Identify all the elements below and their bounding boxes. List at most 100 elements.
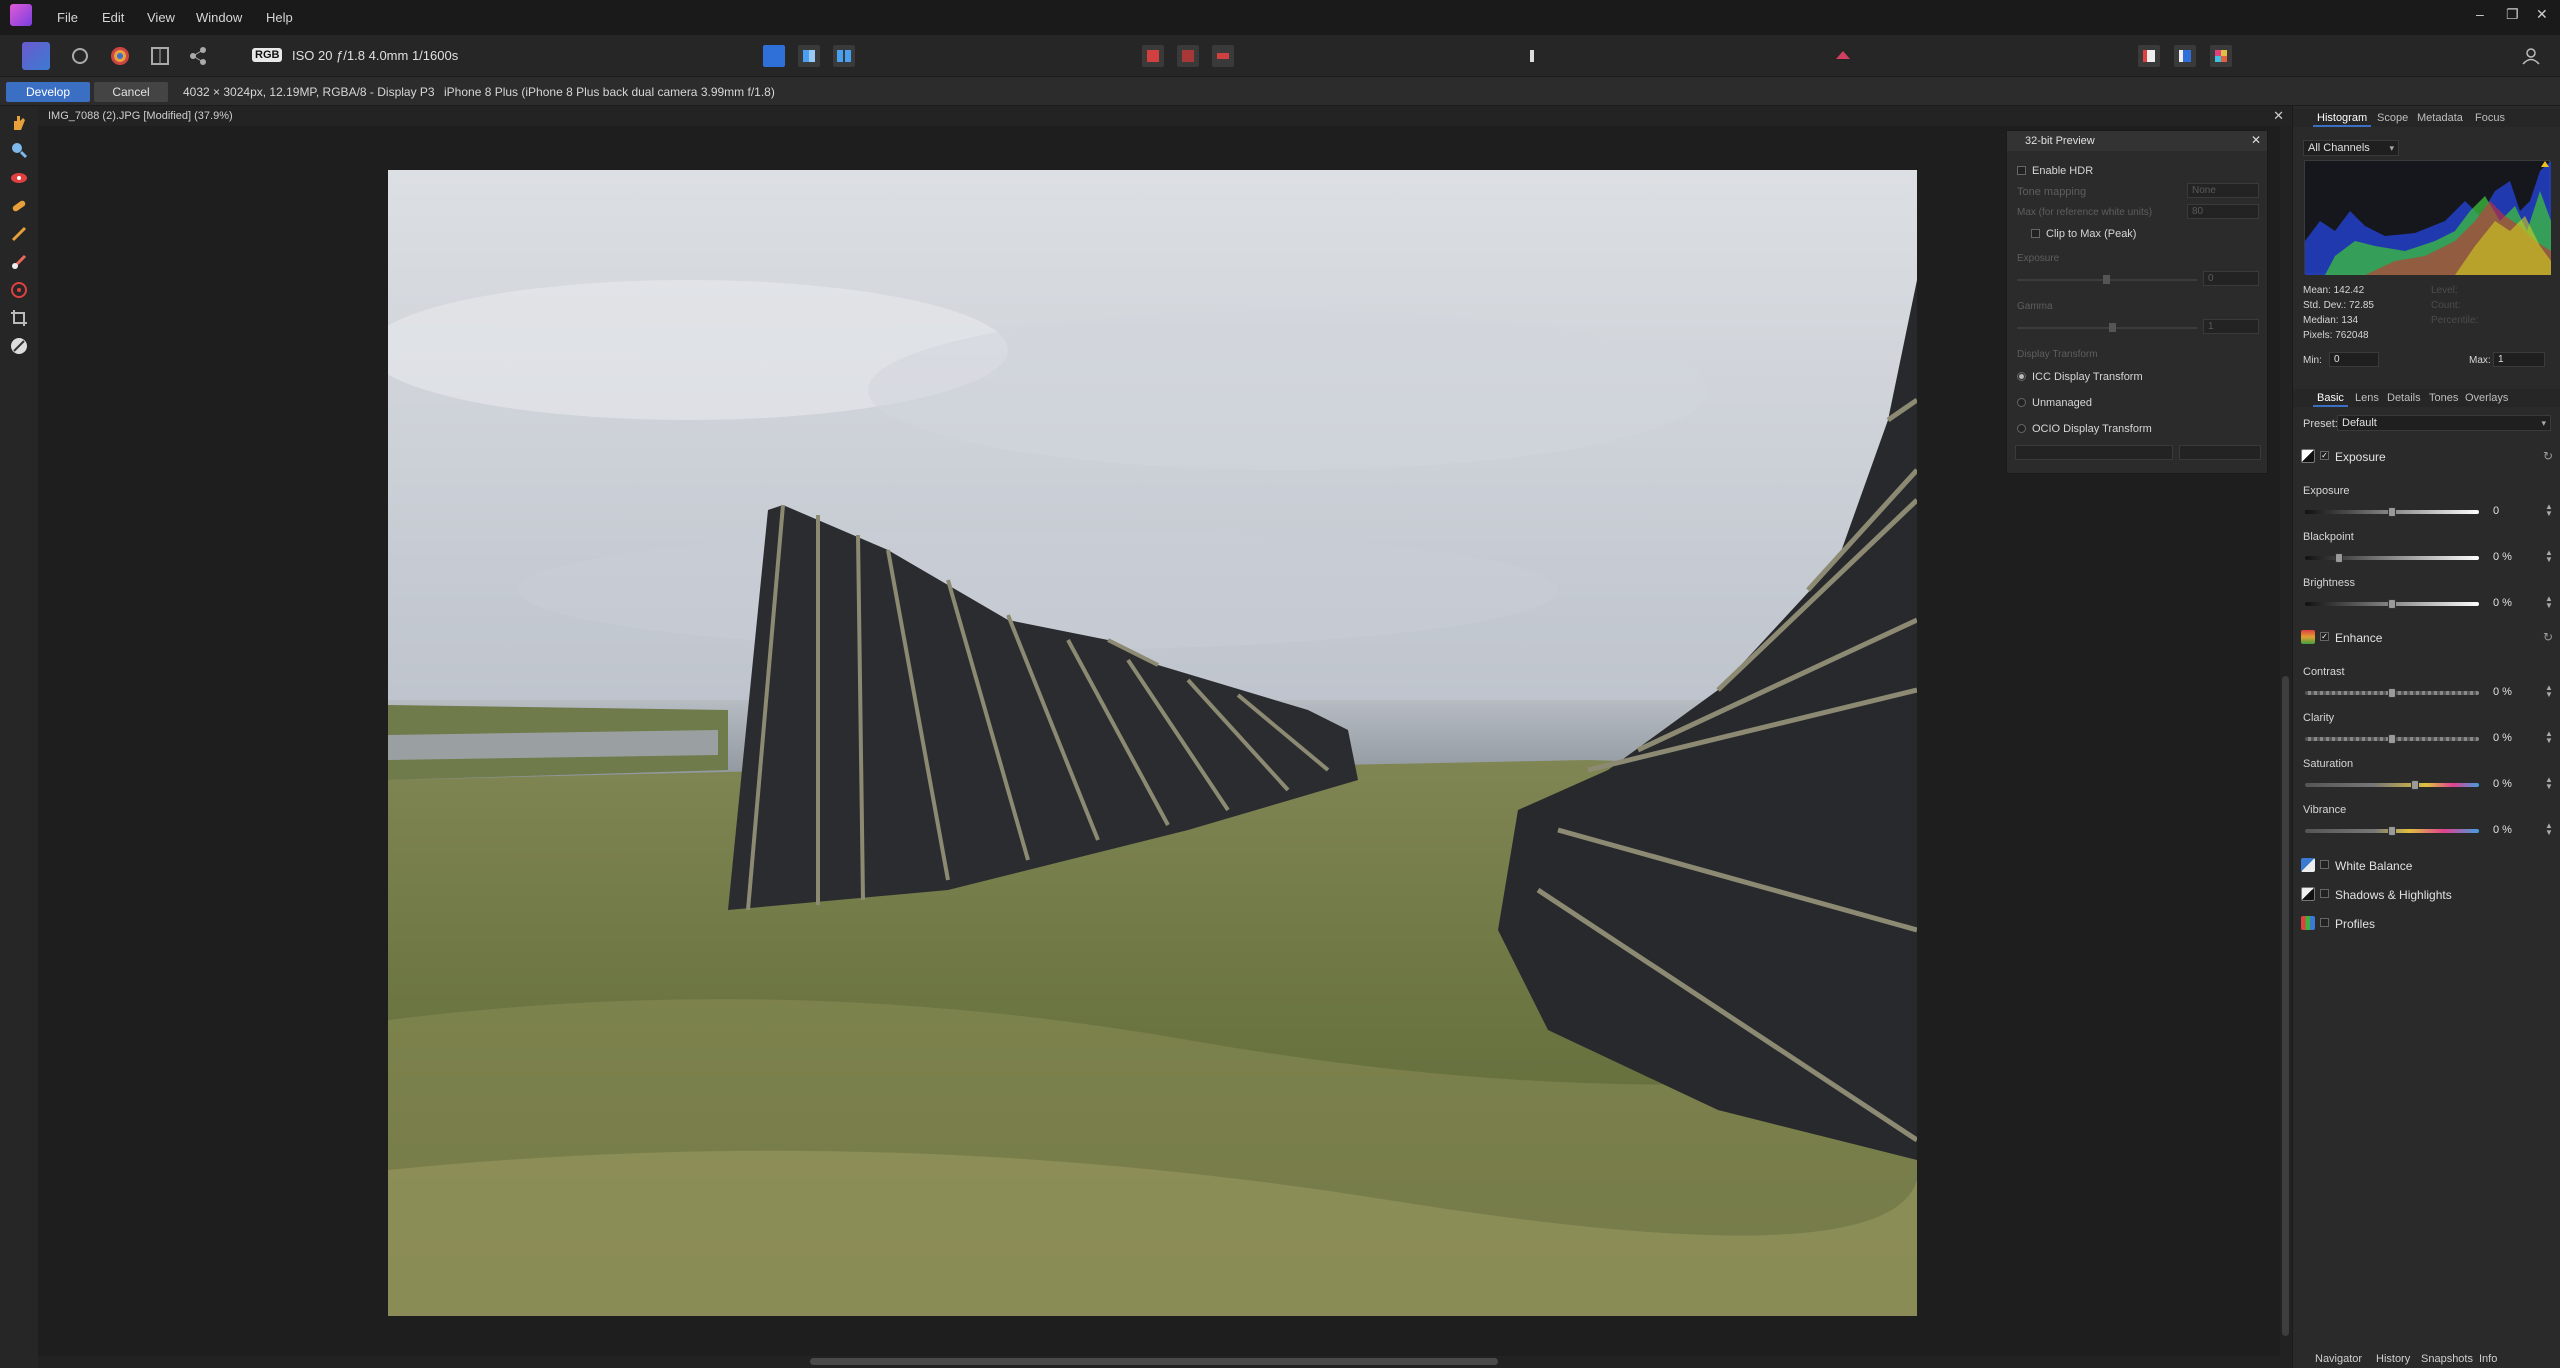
color-space-rgb-icon[interactable] bbox=[2138, 45, 2160, 67]
color-space-blue-icon[interactable] bbox=[2174, 45, 2196, 67]
tab-info[interactable]: Info bbox=[2479, 1353, 2497, 1365]
menu-help[interactable]: Help bbox=[266, 10, 293, 25]
contrast-adj-value[interactable]: 0 % bbox=[2489, 685, 2539, 700]
clip-to-max-checkbox[interactable]: Clip to Max (Peak) bbox=[2031, 228, 2136, 240]
ocio-view-select[interactable] bbox=[2179, 445, 2261, 460]
white-balance-picker-icon[interactable] bbox=[9, 336, 29, 356]
unmanaged-radio[interactable]: Unmanaged bbox=[2017, 397, 2092, 409]
develop-button[interactable]: Develop bbox=[6, 82, 90, 102]
blemish-tool-icon[interactable] bbox=[9, 196, 29, 216]
brush-tool-icon[interactable] bbox=[9, 224, 29, 244]
menu-view[interactable]: View bbox=[147, 10, 175, 25]
tab-basic[interactable]: Basic bbox=[2313, 392, 2348, 407]
clarity-adj-value[interactable]: 0 % bbox=[2489, 731, 2539, 746]
enhance-enable-checkbox[interactable]: ✓ bbox=[2320, 632, 2329, 641]
blackpoint-adj-value[interactable]: 0 % bbox=[2489, 550, 2539, 565]
panel-header[interactable]: 32-bit Preview ✕ bbox=[2007, 131, 2267, 151]
exposure-enable-checkbox[interactable]: ✓ bbox=[2320, 451, 2329, 460]
info-icon[interactable] bbox=[1521, 45, 1543, 67]
tab-metadata[interactable]: Metadata bbox=[2417, 112, 2463, 124]
tab-lens[interactable]: Lens bbox=[2355, 392, 2379, 404]
ocio-display-transform-radio[interactable]: OCIO Display Transform bbox=[2017, 423, 2152, 435]
tab-snapshots[interactable]: Snapshots bbox=[2421, 1353, 2473, 1365]
exposure-slider[interactable] bbox=[2017, 275, 2197, 284]
gamma-input[interactable]: 1 bbox=[2203, 319, 2259, 334]
enhance-section-header[interactable]: ✓ Enhance ↻ bbox=[2293, 626, 2560, 648]
icc-display-transform-radio[interactable]: ICC Display Transform bbox=[2017, 371, 2143, 383]
ocio-device-select[interactable] bbox=[2015, 445, 2173, 460]
view-split-icon[interactable] bbox=[798, 45, 820, 67]
tab-overlays[interactable]: Overlays bbox=[2465, 392, 2508, 404]
contrast-adj-spinner[interactable]: ▲ ▼ bbox=[2545, 684, 2553, 699]
clipped-shadows-icon[interactable] bbox=[1177, 45, 1199, 67]
exposure-section-header[interactable]: ✓ Exposure ↻ bbox=[2293, 445, 2560, 467]
document-tab[interactable]: IMG_7088 (2).JPG [Modified] (37.9%) ✕ bbox=[38, 106, 2292, 126]
menu-file[interactable]: File bbox=[57, 10, 78, 25]
account-icon[interactable] bbox=[2520, 45, 2542, 67]
tab-tones[interactable]: Tones bbox=[2429, 392, 2458, 404]
menu-window[interactable]: Window bbox=[196, 10, 242, 25]
enhance-reset-icon[interactable]: ↻ bbox=[2543, 630, 2553, 644]
close-window-button[interactable]: ✕ bbox=[2536, 6, 2548, 23]
exposure-adj-slider[interactable] bbox=[2305, 507, 2479, 517]
preset-select[interactable]: Default ▾ bbox=[2337, 415, 2551, 431]
vibrance-adj-value[interactable]: 0 % bbox=[2489, 823, 2539, 838]
exposure-adj-value[interactable]: 0 bbox=[2489, 504, 2539, 519]
tab-histogram[interactable]: Histogram bbox=[2312, 112, 2372, 127]
exposure-reset-icon[interactable]: ↻ bbox=[2543, 449, 2553, 463]
tab-details[interactable]: Details bbox=[2387, 392, 2421, 404]
horizontal-scrollbar[interactable] bbox=[38, 1356, 2292, 1368]
contrast-adj-slider[interactable] bbox=[2305, 688, 2479, 698]
saturation-adj-slider[interactable] bbox=[2305, 780, 2479, 790]
brightness-adj-value[interactable]: 0 % bbox=[2489, 596, 2539, 611]
red-eye-tool-icon[interactable] bbox=[9, 168, 29, 188]
vibrance-adj-spinner[interactable]: ▲ ▼ bbox=[2545, 822, 2553, 837]
vibrance-adj-slider[interactable] bbox=[2305, 826, 2479, 836]
blackpoint-adj-slider[interactable] bbox=[2305, 553, 2479, 563]
view-mirror-icon[interactable] bbox=[833, 45, 855, 67]
brightness-adj-spinner[interactable]: ▲ ▼ bbox=[2545, 595, 2553, 610]
shadows-highlights-section-header[interactable]: Shadows & Highlights bbox=[2293, 883, 2560, 905]
exposure-adj-spinner[interactable]: ▲ ▼ bbox=[2545, 503, 2553, 518]
tab-history[interactable]: History bbox=[2376, 1353, 2410, 1365]
enable-hdr-checkbox[interactable]: Enable HDR bbox=[2017, 165, 2093, 177]
tab-scope[interactable]: Scope bbox=[2377, 112, 2408, 124]
channel-select[interactable]: All Channels ▾ bbox=[2303, 140, 2399, 156]
shadows-highlights-enable-checkbox[interactable] bbox=[2320, 889, 2329, 898]
white-balance-enable-checkbox[interactable] bbox=[2320, 860, 2329, 869]
export-persona-icon[interactable] bbox=[184, 42, 212, 70]
exposure-input[interactable]: 0 bbox=[2203, 271, 2259, 286]
tone-mapping-persona-icon[interactable] bbox=[146, 42, 174, 70]
clarity-adj-slider[interactable] bbox=[2305, 734, 2479, 744]
erase-brush-icon[interactable] bbox=[9, 252, 29, 272]
saturation-adj-value[interactable]: 0 % bbox=[2489, 777, 2539, 792]
close-panel-button[interactable]: ✕ bbox=[2251, 133, 2261, 147]
profiles-enable-checkbox[interactable] bbox=[2320, 918, 2329, 927]
zoom-tool-icon[interactable] bbox=[9, 140, 29, 160]
vertical-scrollbar[interactable] bbox=[2280, 126, 2292, 1356]
assistant-icon[interactable] bbox=[1832, 45, 1854, 67]
close-document-button[interactable]: ✕ bbox=[2273, 108, 2284, 124]
max-input[interactable]: 1 bbox=[2493, 352, 2545, 367]
brightness-adj-slider[interactable] bbox=[2305, 599, 2479, 609]
clarity-adj-spinner[interactable]: ▲ ▼ bbox=[2545, 730, 2553, 745]
gradient-tool-icon[interactable] bbox=[9, 280, 29, 300]
gamma-slider[interactable] bbox=[2017, 323, 2197, 332]
white-balance-section-header[interactable]: White Balance bbox=[2293, 854, 2560, 876]
clipped-highlights-icon[interactable] bbox=[1142, 45, 1164, 67]
blackpoint-adj-spinner[interactable]: ▲ ▼ bbox=[2545, 549, 2553, 564]
profiles-section-header[interactable]: Profiles bbox=[2293, 912, 2560, 934]
saturation-adj-spinner[interactable]: ▲ ▼ bbox=[2545, 776, 2553, 791]
tab-focus[interactable]: Focus bbox=[2475, 112, 2505, 124]
vertical-scroll-thumb[interactable] bbox=[2282, 676, 2289, 1336]
menu-edit[interactable]: Edit bbox=[102, 10, 124, 25]
photo-persona-icon[interactable] bbox=[22, 42, 50, 70]
view-single-icon[interactable] bbox=[763, 45, 785, 67]
restore-button[interactable]: ❐ bbox=[2506, 6, 2519, 23]
crop-tool-icon[interactable] bbox=[9, 308, 29, 328]
cancel-button[interactable]: Cancel bbox=[94, 82, 168, 102]
develop-persona-icon[interactable] bbox=[106, 42, 134, 70]
horizontal-scroll-thumb[interactable] bbox=[810, 1358, 1498, 1365]
minimize-button[interactable]: – bbox=[2476, 6, 2484, 22]
photo-canvas[interactable] bbox=[388, 170, 1917, 1316]
